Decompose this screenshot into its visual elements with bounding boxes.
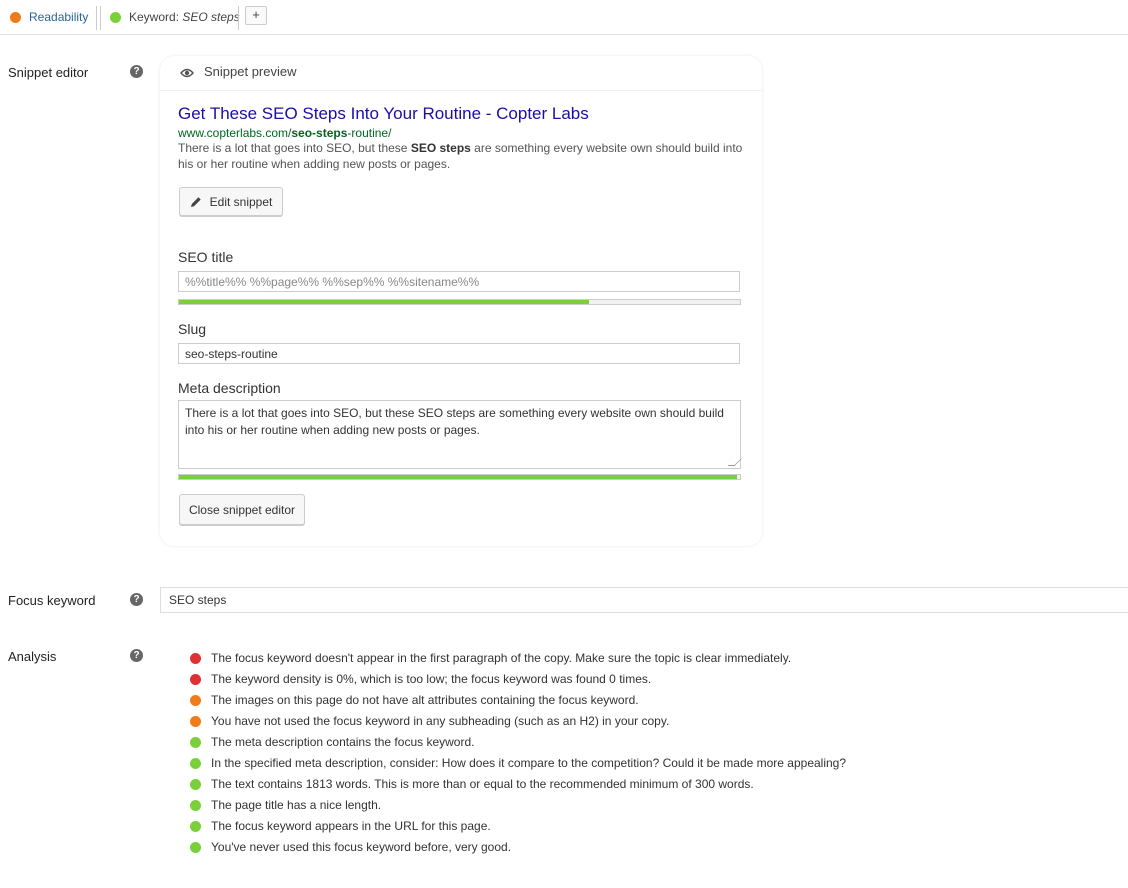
analysis-item: The meta description contains the focus … — [190, 734, 474, 750]
tab-divider — [100, 6, 101, 30]
eye-icon — [180, 65, 194, 83]
analysis-item-text: In the specified meta description, consi… — [211, 756, 847, 770]
snippet-preview-header[interactable]: Snippet preview — [160, 56, 762, 91]
meta-description-progress-fill — [179, 475, 738, 479]
seo-title-input[interactable]: %%title%% %%page%% %%sep%% %%sitename%% — [178, 271, 740, 292]
edit-snippet-label: Edit snippet — [209, 194, 273, 209]
analysis-item-text: The images on this page do not have alt … — [211, 693, 639, 707]
pencil-icon — [190, 196, 202, 208]
analysis-status-green-icon — [190, 778, 201, 790]
analysis-item-text: The text contains 1813 words. This is mo… — [211, 777, 754, 791]
analysis-label: Analysis — [8, 649, 57, 664]
readability-status-dot — [10, 11, 21, 23]
tab-keyword-value: SEO steps — [182, 10, 240, 24]
analysis-status-red-icon — [190, 673, 201, 685]
analysis-item: The keyword density is 0%, which is too … — [190, 671, 651, 687]
analysis-status-green-icon — [190, 841, 201, 853]
snippet-url-keyword: seo-steps — [291, 126, 348, 140]
seo-title-progress-fill — [179, 300, 589, 304]
meta-description-text: There is a lot that goes into SEO, but t… — [185, 406, 724, 437]
slug-label: Slug — [178, 321, 207, 337]
analysis-item: You've never used this focus keyword bef… — [190, 839, 511, 855]
focus-keyword-help-icon[interactable]: ? — [130, 593, 143, 606]
meta-description-label: Meta description — [178, 380, 281, 396]
analysis-item: The focus keyword doesn't appear in the … — [190, 650, 791, 666]
analysis-item-text: The focus keyword appears in the URL for… — [211, 819, 491, 833]
analysis-item-text: The focus keyword doesn't appear in the … — [211, 651, 792, 665]
snippet-preview-url: www.copterlabs.com/seo-steps-routine/ — [178, 126, 391, 140]
tab-divider — [96, 6, 97, 30]
snippet-editor-help-icon[interactable]: ? — [130, 65, 143, 78]
snippet-preview-description: There is a lot that goes into SEO, but t… — [178, 140, 748, 172]
snippet-preview-card: Snippet preview Get These SEO Steps Into… — [160, 56, 762, 546]
analysis-item: You have not used the focus keyword in a… — [190, 713, 669, 729]
analysis-status-green-icon — [190, 820, 201, 832]
analysis-status-green-icon — [190, 757, 201, 769]
snippet-preview-label: Snippet preview — [204, 64, 297, 79]
tab-keyword[interactable]: Keyword: SEO steps — [110, 6, 240, 28]
tab-keyword-prefix: Keyword: — [129, 10, 183, 24]
analysis-status-green-icon — [190, 799, 201, 811]
analysis-item: The focus keyword appears in the URL for… — [190, 818, 491, 834]
snippet-url-suffix: -routine/ — [347, 126, 392, 140]
focus-keyword-input[interactable]: SEO steps — [160, 587, 1128, 613]
analysis-item: In the specified meta description, consi… — [190, 755, 846, 771]
snippet-preview-title[interactable]: Get These SEO Steps Into Your Routine - … — [178, 104, 589, 124]
analysis-item-text: The meta description contains the focus … — [211, 735, 475, 749]
keyword-status-dot — [110, 11, 121, 23]
resize-handle-icon[interactable] — [727, 459, 742, 466]
seo-title-label: SEO title — [178, 249, 234, 265]
meta-description-progress-bar — [178, 474, 741, 480]
analysis-item: The text contains 1813 words. This is mo… — [190, 776, 754, 792]
analysis-status-red-icon — [190, 652, 201, 664]
tab-readability[interactable]: Readability — [10, 6, 88, 28]
metabox-tabs: Readability Keyword: SEO steps + — [0, 0, 1128, 35]
analysis-item-text: You've never used this focus keyword bef… — [211, 840, 512, 854]
seo-title-progress-bar — [178, 299, 741, 305]
analysis-item-text: The page title has a nice length. — [211, 798, 382, 812]
focus-keyword-label: Focus keyword — [8, 593, 96, 608]
analysis-status-orange-icon — [190, 715, 201, 727]
snippet-desc-keyword: SEO steps — [410, 141, 471, 155]
analysis-status-orange-icon — [190, 694, 201, 706]
slug-input[interactable]: seo-steps-routine — [178, 343, 740, 364]
edit-snippet-button[interactable]: Edit snippet — [179, 187, 283, 216]
tab-readability-label: Readability — [29, 10, 89, 24]
snippet-url-prefix: www.copterlabs.com/ — [178, 126, 292, 140]
tab-divider — [238, 6, 239, 30]
analysis-item-text: You have not used the focus keyword in a… — [211, 714, 670, 728]
meta-description-textarea[interactable]: There is a lot that goes into SEO, but t… — [178, 400, 742, 469]
snippet-desc-before: There is a lot that goes into SEO, but t… — [178, 141, 411, 155]
analysis-item: The images on this page do not have alt … — [190, 692, 639, 708]
analysis-item-text: The keyword density is 0%, which is too … — [211, 672, 652, 686]
analysis-status-green-icon — [190, 736, 201, 748]
close-snippet-editor-button[interactable]: Close snippet editor — [179, 494, 305, 525]
analysis-help-icon[interactable]: ? — [130, 649, 143, 662]
add-keyword-button[interactable]: + — [245, 6, 267, 25]
analysis-item: The page title has a nice length. — [190, 797, 381, 813]
snippet-editor-label: Snippet editor — [8, 65, 89, 80]
